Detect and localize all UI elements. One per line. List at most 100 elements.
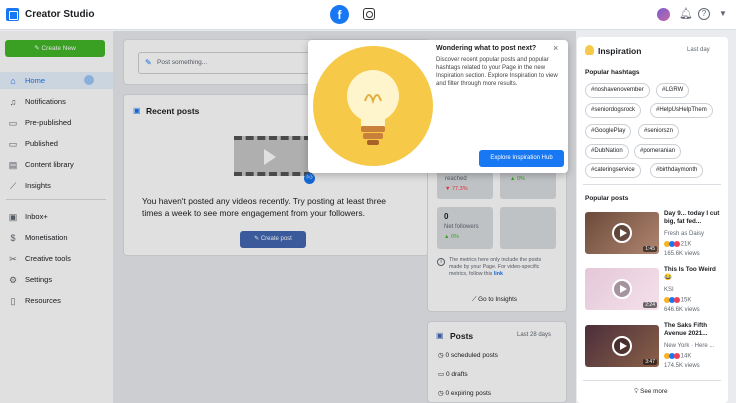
bell-icon[interactable]: 🔔︎ xyxy=(679,7,693,20)
divider xyxy=(6,199,106,200)
posts-summary-card: ▣ Posts Last 28 days ◷ 0 scheduled posts… xyxy=(427,321,567,403)
chart-line-icon: ⟋ xyxy=(9,181,17,191)
hashtag-chip[interactable]: #birthdaymonth xyxy=(650,163,704,178)
divider xyxy=(583,184,721,185)
net-followers-change: ▲ 0% xyxy=(444,234,459,240)
sidebar-item-inbox[interactable]: ▣ Inbox+ xyxy=(0,208,113,225)
create-new-button[interactable]: ✎ Create New xyxy=(5,40,105,57)
engagement-change: ▲ 0% xyxy=(510,176,525,182)
hashtag-chip[interactable]: #HelpUsHelpThem xyxy=(650,103,713,118)
popular-post-thumbnail[interactable]: 3:47 xyxy=(585,325,659,367)
avatar[interactable] xyxy=(657,8,670,21)
net-followers-label: Net followers xyxy=(444,224,479,230)
hashtag-chip[interactable]: #DubNation xyxy=(585,144,629,159)
posts-title: Posts xyxy=(450,331,474,341)
insights-link[interactable]: link xyxy=(494,271,503,277)
top-bar: Creator Studio f 🔔︎ ? ▼ xyxy=(0,0,736,30)
popular-hashtags-title: Popular hashtags xyxy=(585,69,640,76)
recent-posts-empty-message: You haven't posted any videos recently. … xyxy=(142,196,387,218)
drafts-row[interactable]: ▭ 0 drafts xyxy=(438,370,468,378)
help-icon[interactable]: ? xyxy=(698,8,710,20)
hashtag-chip[interactable]: #noshavenovember xyxy=(585,83,650,98)
sidebar-item-published[interactable]: ▭ Published xyxy=(0,135,113,152)
net-followers-stat: 0 Net followers ▲ 0% xyxy=(437,207,493,249)
popular-post-title[interactable]: Day 9... today I cut big, fat fed... xyxy=(664,210,724,226)
video-duration: 1:45 xyxy=(643,246,657,252)
home-icon: ⌂ xyxy=(10,76,16,86)
expiring-posts-row[interactable]: ◷ 0 expiring posts xyxy=(438,389,491,397)
lightbulb-illustration xyxy=(313,46,433,166)
hashtag-chip[interactable]: #pomeranian xyxy=(634,144,682,159)
popup-title: Wondering what to post next? xyxy=(436,45,537,52)
popular-post-thumbnail[interactable]: 2:24 xyxy=(585,268,659,310)
creator-studio-logo-icon xyxy=(6,8,19,21)
home-indicator-dot xyxy=(84,75,94,85)
create-post-button[interactable]: ✎ Create post xyxy=(240,231,306,248)
posts-icon: ▣ xyxy=(436,331,444,340)
facebook-icon[interactable]: f xyxy=(330,5,349,24)
hashtag-chip[interactable]: #cateringservice xyxy=(585,163,641,178)
chevron-down-icon[interactable]: ▼ xyxy=(719,9,727,18)
resources-icon: ▯ xyxy=(10,296,16,306)
popular-post-reactions: 21K xyxy=(664,241,691,248)
app-title: Creator Studio xyxy=(25,9,95,20)
play-icon xyxy=(612,223,632,243)
video-duration: 2:24 xyxy=(643,302,657,308)
recent-posts-title: Recent posts xyxy=(146,106,200,116)
popular-post-views: 174.5K views xyxy=(664,363,700,369)
insights-card: reached ▼ 77.3% ▲ 0% 0 Net followers ▲ 0… xyxy=(427,150,567,312)
see-more-button[interactable]: 💡︎ See more xyxy=(634,388,667,396)
library-icon: ▤ xyxy=(8,160,18,170)
hashtag-chip[interactable]: #LGRW xyxy=(656,83,690,98)
document-icon: ▭ xyxy=(8,139,18,149)
sidebar-item-resources[interactable]: ▯ Resources xyxy=(0,292,113,309)
sidebar-item-settings[interactable]: ⚙ Settings xyxy=(0,271,113,288)
video-icon: ▣ xyxy=(133,106,141,115)
sidebar-item-creative-tools[interactable]: ✂ Creative tools xyxy=(0,250,113,267)
inspiration-panel: Inspiration Last day Popular hashtags #n… xyxy=(577,37,728,403)
popular-post-reactions: 14K xyxy=(664,353,691,360)
close-icon[interactable]: × xyxy=(553,43,558,53)
explore-inspiration-hub-button[interactable]: Explore Inspiration Hub xyxy=(479,150,564,167)
sidebar: ✎ Create New ⌂ Home ♫ Notifications ▭ Pr… xyxy=(0,31,113,403)
popular-post-author: KSI xyxy=(664,287,674,293)
sidebar-item-content-library[interactable]: ▤ Content library xyxy=(0,156,113,173)
document-icon: ▭ xyxy=(438,371,446,378)
sidebar-item-pre-published[interactable]: ▭ Pre-published xyxy=(0,114,113,131)
document-icon: ▭ xyxy=(8,118,18,128)
instagram-icon[interactable] xyxy=(363,8,375,20)
lightbulb-icon xyxy=(585,45,594,55)
popular-post-author: Fresh as Daisy xyxy=(664,231,705,237)
reached-label: reached xyxy=(445,176,467,182)
net-followers-value: 0 xyxy=(444,212,449,221)
tools-icon: ✂ xyxy=(9,254,17,264)
hashtag-chip[interactable]: #seniorszn xyxy=(638,124,680,139)
hashtag-chip[interactable]: #GooglePlay xyxy=(585,124,632,139)
info-icon: i xyxy=(437,258,445,266)
stat-tile-blank xyxy=(500,207,556,249)
play-icon xyxy=(612,279,632,299)
sidebar-item-insights[interactable]: ⟋ Insights xyxy=(0,177,113,194)
go-to-insights-button[interactable]: ⟋ Go to Insights xyxy=(472,296,517,304)
inspiration-popup: Wondering what to post next? Discover re… xyxy=(308,40,568,173)
sidebar-item-home[interactable]: ⌂ Home xyxy=(0,72,113,89)
divider xyxy=(583,380,721,381)
engagement-stat: ▲ 0% xyxy=(500,169,556,199)
hashtag-chip[interactable]: #seniordogsrock xyxy=(585,103,642,118)
popular-post-views: 165.6K views xyxy=(664,251,700,257)
play-icon xyxy=(264,149,276,165)
lightbulb-icon xyxy=(347,70,399,145)
popular-post-title[interactable]: The Saks Fifth Avenue 2021... xyxy=(664,322,724,338)
popular-post-views: 646.6K views xyxy=(664,307,700,313)
sidebar-item-notifications[interactable]: ♫ Notifications xyxy=(0,93,113,110)
inspiration-range[interactable]: Last day xyxy=(687,47,710,53)
gear-icon: ⚙ xyxy=(8,275,18,285)
popular-post-title[interactable]: This Is Too Weird 😂 xyxy=(664,266,724,282)
sidebar-item-monetisation[interactable]: $ Monetisation xyxy=(0,229,113,246)
scheduled-posts-row[interactable]: ◷ 0 scheduled posts xyxy=(438,351,498,359)
inspiration-title: Inspiration xyxy=(598,46,642,56)
popular-post-thumbnail[interactable]: 1:45 xyxy=(585,212,659,254)
popular-post-author: New York · Here ... xyxy=(664,343,715,349)
video-duration: 3:47 xyxy=(643,359,657,365)
reached-change: ▼ 77.3% xyxy=(445,186,468,192)
